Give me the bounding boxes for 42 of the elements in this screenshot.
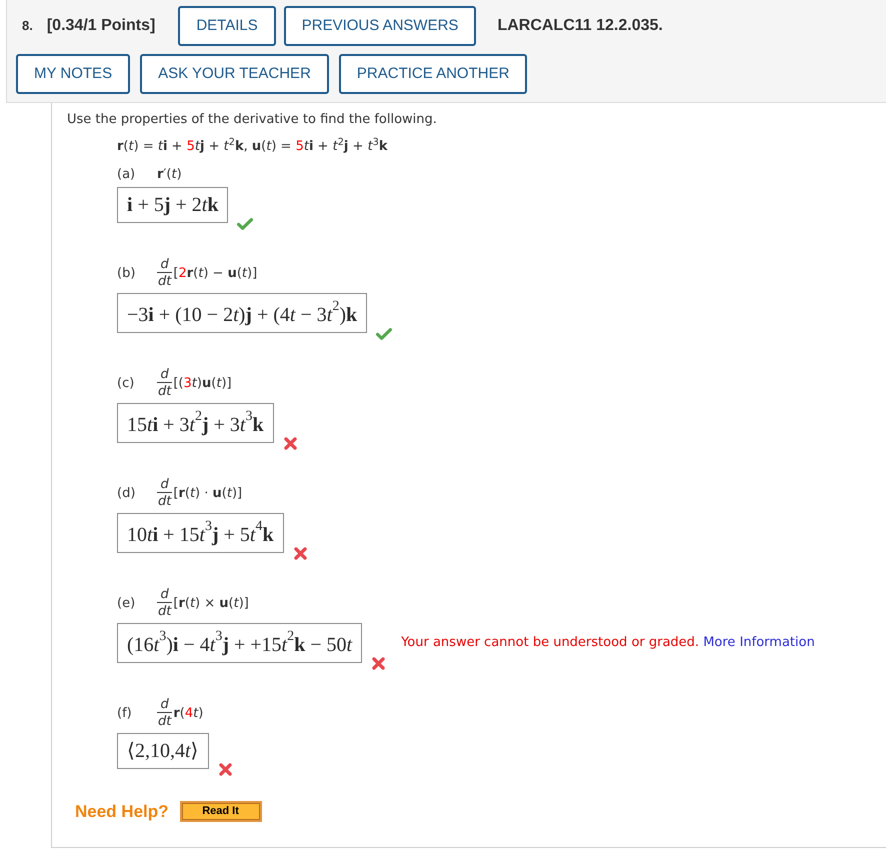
part-expression: [2r(t) − u(t)] [173, 264, 258, 282]
practice-another-button[interactable]: PRACTICE ANOTHER [338, 54, 528, 94]
more-information-link[interactable]: More Information [703, 635, 815, 650]
answer-box[interactable]: 10ti + 15t$^{3}$j + 5t$^{4}$k [117, 513, 284, 553]
part-expression: r′(t) [157, 166, 182, 183]
answer-box[interactable]: ⟨2,10,4t⟩ [117, 733, 209, 769]
part-label: (a) [117, 166, 136, 183]
ask-your-teacher-button[interactable]: ASK YOUR TEACHER [140, 54, 329, 94]
details-button[interactable]: DETAILS [178, 6, 276, 46]
answer-box[interactable]: i + 5j + 2tk [117, 187, 228, 223]
error-message: Your answer cannot be understood or graded. More Information [401, 634, 815, 652]
part-label: (e) [117, 594, 136, 612]
part-label: (f) [117, 704, 133, 722]
fraction-denominator: dt [157, 382, 172, 399]
fraction-denominator: dt [157, 602, 172, 619]
part-label: (d) [117, 484, 136, 502]
fraction-numerator: d [160, 367, 170, 382]
answer-box[interactable]: 15ti + 3t$^{2}$j + 3t$^{3}$k [117, 403, 274, 443]
previous-answers-button[interactable]: PREVIOUS ANSWERS [284, 6, 476, 46]
need-help-label: Need Help? [75, 801, 169, 822]
vector-functions-formula: r(t) = ti + 5tj + t$^{2}$ k, u(t) = 5ti + t$^{2}$j + t$^{3}$ k [117, 138, 389, 155]
instruction-text: Use the properties of the derivative to find the following. [67, 111, 438, 128]
fraction-numerator: d [160, 697, 170, 712]
part-label: (b) [117, 264, 136, 282]
read-it-button[interactable]: Read It [180, 801, 262, 822]
part-expression: [r(t) · u(t)] [173, 484, 242, 502]
fraction-numerator: d [160, 477, 170, 492]
answer-box[interactable]: −3i + (10 − 2t)j + (4t − 3t$^{2}$)k [117, 293, 368, 333]
fraction-numerator: d [160, 257, 170, 272]
part-expression: r(4t) [173, 704, 204, 722]
part-label: (c) [117, 374, 136, 392]
my-notes-button[interactable]: MY NOTES [16, 54, 130, 94]
points-score: [0.34/1 Points] [46, 16, 156, 36]
answer-box[interactable]: (16t$^{3}$)i − 4t$^{3}$j + +15t$^{2}$k − 50t [117, 623, 362, 663]
part-expression: [(3t)u(t)] [173, 374, 232, 392]
part-expression: [r(t) × u(t)] [173, 594, 249, 612]
fraction-denominator: dt [157, 272, 172, 289]
fraction-numerator: d [160, 587, 170, 602]
fraction-denominator: dt [157, 492, 172, 509]
fraction-denominator: dt [157, 712, 172, 729]
question-number: 8. [22, 17, 33, 36]
problem-reference: LARCALC11 12.2.035. [497, 16, 663, 36]
